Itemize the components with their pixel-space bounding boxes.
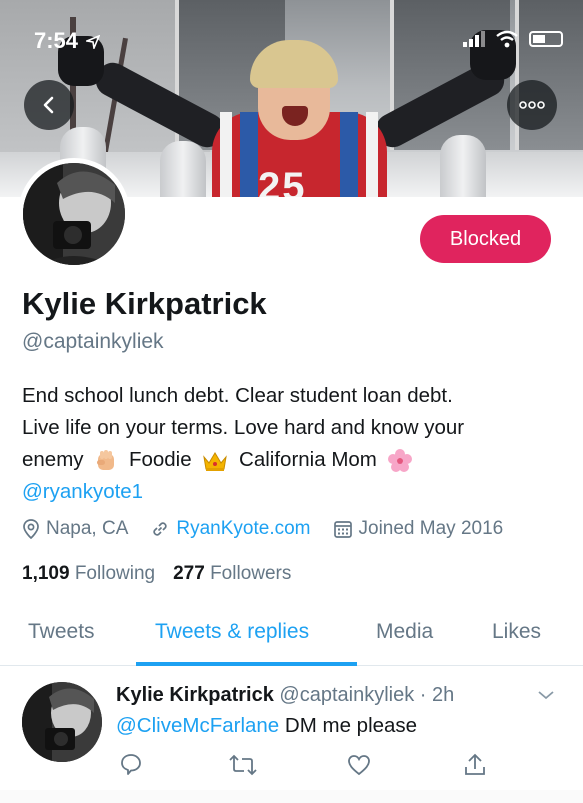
bio-mention-link[interactable]: @ryankyote1 [22, 476, 562, 508]
jersey-number-graphic: 25 [258, 165, 307, 197]
tab-media[interactable]: Media [376, 620, 433, 644]
following-label: Following [74, 563, 156, 584]
followers-label: Followers [210, 563, 292, 584]
tweet-mention-link[interactable]: @CliveMcFarlane [116, 714, 279, 737]
status-time: 7:54 [34, 28, 101, 54]
status-bar: 7:54 [0, 0, 583, 60]
bio-text: enemy [22, 448, 84, 471]
back-button[interactable] [24, 80, 74, 130]
bio-text: Foodie [128, 448, 192, 471]
banner-strap [340, 112, 358, 197]
reply-icon [121, 754, 141, 775]
share-icon [465, 753, 485, 775]
retweet-button[interactable] [228, 752, 258, 783]
tweet-avatar[interactable] [22, 682, 102, 762]
battery-icon [529, 31, 563, 47]
chevron-down-icon [538, 691, 554, 700]
status-time-text: 7:54 [34, 28, 79, 53]
tweet-handle-time: @captainkyliek · 2h [279, 684, 455, 706]
reply-button[interactable] [118, 752, 144, 783]
bio-line: End school lunch debt. Clear student loa… [22, 384, 453, 407]
following-number: 1,109 [22, 563, 70, 584]
tweet-menu-button[interactable] [537, 688, 555, 706]
profile-name: Kylie Kirkpatrick [22, 286, 267, 321]
location-text: Napa, CA [46, 518, 129, 539]
tweet-header: Kylie Kirkpatrick @captainkyliek · 2h [116, 684, 454, 707]
tweet-author[interactable]: Kylie Kirkpatrick [116, 684, 274, 706]
bottom-divider [0, 790, 583, 803]
location-pin-icon [23, 519, 39, 539]
following-count[interactable]: 1,109 Following [22, 563, 155, 585]
banner-stripe [366, 112, 378, 197]
calendar-icon [333, 521, 352, 538]
status-icons [463, 30, 563, 48]
more-icon [519, 101, 545, 109]
share-button[interactable] [462, 752, 488, 783]
banner-stripe [220, 112, 232, 197]
tab-tweets[interactable]: Tweets [28, 620, 95, 644]
avatar-photo [23, 163, 125, 265]
website-link[interactable]: RyanKyote.com [176, 518, 310, 540]
bio-line: Live life on your terms. Love hard and k… [22, 416, 465, 439]
profile-avatar[interactable] [18, 158, 130, 270]
bio-line: enemy Foodie California Mom [22, 444, 562, 476]
banner-post [160, 141, 206, 197]
back-arrow-icon [43, 96, 54, 114]
blocked-button-label: Blocked [449, 227, 522, 250]
link-icon [153, 522, 168, 536]
bio-text: California Mom [239, 448, 377, 471]
profile-tabs: Tweets Tweets & replies Media Likes [0, 604, 583, 666]
tab-likes[interactable]: Likes [492, 620, 541, 644]
profile-website[interactable]: RyanKyote.com [150, 518, 311, 540]
profile-bio: End school lunch debt. Clear student loa… [22, 380, 562, 508]
like-button[interactable] [346, 752, 372, 783]
profile-location: Napa, CA [22, 518, 128, 540]
followers-count[interactable]: 277 Followers [173, 563, 291, 585]
tab-tweets-and-replies[interactable]: Tweets & replies [155, 620, 309, 644]
tweet-actions [0, 752, 583, 782]
wifi-icon [496, 30, 518, 48]
tweet-text: @CliveMcFarlane DM me please [116, 714, 417, 738]
signal-icon [463, 31, 485, 47]
profile-handle: @captainkyliek [22, 330, 164, 353]
tweet-body: DM me please [284, 714, 418, 737]
active-tab-indicator [136, 662, 357, 666]
crown-emoji-icon [203, 451, 228, 471]
location-arrow-icon [84, 34, 101, 52]
profile-counts: 1,109 Following 277 Followers [22, 563, 309, 585]
blocked-button[interactable]: Blocked [420, 215, 551, 263]
like-icon [348, 755, 370, 776]
joined-text: Joined May 2016 [358, 518, 504, 539]
raised-fist-emoji-icon [97, 449, 115, 470]
followers-number: 277 [173, 563, 205, 584]
tweet-avatar-photo [22, 682, 102, 762]
banner-post [440, 135, 486, 197]
banner-strap [240, 112, 258, 197]
profile-meta: Napa, CA RyanKyote.com Joined May 2016 [22, 518, 525, 540]
profile-joined: Joined May 2016 [333, 518, 504, 540]
more-options-button[interactable] [507, 80, 557, 130]
retweet-icon [229, 754, 257, 776]
cherry-blossom-emoji-icon [387, 448, 412, 472]
